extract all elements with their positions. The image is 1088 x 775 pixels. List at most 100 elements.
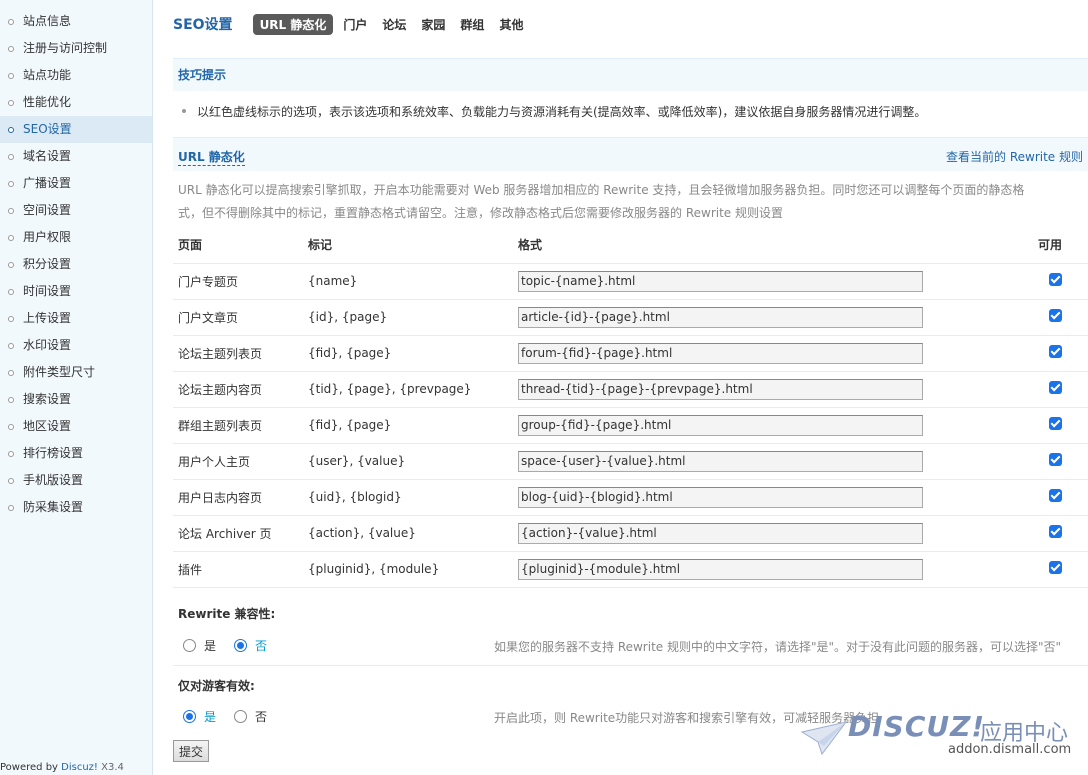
sidebar-item[interactable]: 手机版设置 bbox=[0, 467, 152, 494]
sidebar-item[interactable]: 搜索设置 bbox=[0, 386, 152, 413]
enabled-checkbox[interactable] bbox=[1049, 417, 1062, 430]
sidebar-item[interactable]: 广播设置 bbox=[0, 170, 152, 197]
paper-plane-icon bbox=[800, 721, 848, 756]
row-enabled-cell bbox=[1028, 335, 1088, 372]
row-tags: {uid}, {blogid} bbox=[303, 479, 513, 516]
format-input[interactable] bbox=[518, 342, 923, 364]
rewrite-compat-yes-radio[interactable] bbox=[183, 639, 196, 652]
guest-only-radios: 是 否 bbox=[183, 708, 285, 725]
row-page-name: 用户日志内容页 bbox=[173, 479, 303, 516]
tips-text: 以红色虚线标示的选项，表示该选项和系统效率、负载能力与资源消耗有关(提高效率、或… bbox=[182, 103, 926, 120]
section-header: URL 静态化 查看当前的 Rewrite 规则 bbox=[173, 137, 1088, 171]
row-format-cell bbox=[513, 515, 1028, 552]
row-page-name: 论坛主题内容页 bbox=[173, 371, 303, 408]
rewrite-compat-no-radio[interactable] bbox=[234, 639, 248, 652]
table-row: 论坛 Archiver 页 {action}, {value} bbox=[173, 515, 1088, 552]
row-tags: {fid}, {page} bbox=[303, 407, 513, 444]
sidebar-item[interactable]: 域名设置 bbox=[0, 143, 152, 170]
header-tabs: SEO设置 URL 静态化 门户 论坛 家园 群组 其他 bbox=[173, 13, 538, 35]
enabled-checkbox[interactable] bbox=[1049, 309, 1062, 322]
row-page-name: 群组主题列表页 bbox=[173, 407, 303, 444]
tab-url-rewrite[interactable]: URL 静态化 bbox=[252, 13, 334, 35]
sidebar: 站点信息 注册与访问控制 站点功能 性能优化 SEO设置 域名设置 广播设置 空间设置 用户权限… bbox=[0, 0, 153, 775]
tab-other[interactable]: 其他 bbox=[499, 16, 523, 33]
powered-brand-link[interactable]: Discuz! bbox=[61, 762, 98, 773]
sidebar-item[interactable]: 性能优化 bbox=[0, 89, 152, 116]
format-input[interactable] bbox=[518, 450, 923, 472]
col-header-page: 页面 bbox=[173, 227, 303, 264]
sidebar-item[interactable]: 注册与访问控制 bbox=[0, 35, 152, 62]
col-header-format: 格式 bbox=[513, 227, 1028, 264]
sidebar-item[interactable]: 水印设置 bbox=[0, 332, 152, 359]
rewrite-compat-radios: 是 否 bbox=[183, 637, 285, 654]
row-page-name: 论坛主题列表页 bbox=[173, 335, 303, 372]
format-input[interactable] bbox=[518, 486, 923, 508]
format-input[interactable] bbox=[518, 414, 923, 436]
row-tags: {fid}, {page} bbox=[303, 335, 513, 372]
enabled-checkbox[interactable] bbox=[1049, 525, 1062, 538]
sidebar-menu: 站点信息 注册与访问控制 站点功能 性能优化 SEO设置 域名设置 广播设置 空间设置 用户权限… bbox=[0, 0, 152, 521]
table-row: 用户日志内容页 {uid}, {blogid} bbox=[173, 479, 1088, 516]
row-tags: {action}, {value} bbox=[303, 515, 513, 552]
sidebar-item[interactable]: 时间设置 bbox=[0, 278, 152, 305]
row-page-name: 门户文章页 bbox=[173, 299, 303, 336]
view-rewrite-rules-link[interactable]: 查看当前的 Rewrite 规则 bbox=[946, 148, 1083, 165]
row-format-cell bbox=[513, 299, 1028, 336]
table-row: 论坛主题内容页 {tid}, {page}, {prevpage} bbox=[173, 371, 1088, 408]
row-enabled-cell bbox=[1028, 407, 1088, 444]
row-tags: {name} bbox=[303, 263, 513, 300]
row-tags: {user}, {value} bbox=[303, 443, 513, 480]
format-input[interactable] bbox=[518, 306, 923, 328]
tab-portal[interactable]: 门户 bbox=[343, 16, 367, 33]
table-row: 群组主题列表页 {fid}, {page} bbox=[173, 407, 1088, 444]
sidebar-item[interactable]: 附件类型尺寸 bbox=[0, 359, 152, 386]
section-description: URL 静态化可以提高搜索引擎抓取，开启本功能需要对 Web 服务器增加相应的 … bbox=[178, 183, 1025, 220]
table-header-row: 页面 标记 格式 可用 bbox=[173, 227, 1088, 264]
guest-only-yes-radio[interactable] bbox=[183, 710, 196, 723]
enabled-checkbox[interactable] bbox=[1049, 453, 1062, 466]
sidebar-item[interactable]: 上传设置 bbox=[0, 305, 152, 332]
rewrite-compat-tip: 如果您的服务器不支持 Rewrite 规则中的中文字符，请选择"是"。对于没有此… bbox=[494, 640, 1062, 654]
row-enabled-cell bbox=[1028, 479, 1088, 516]
sidebar-item[interactable]: 空间设置 bbox=[0, 197, 152, 224]
rewrite-compat-yes-label[interactable]: 是 bbox=[204, 637, 216, 654]
sidebar-item[interactable]: 站点功能 bbox=[0, 62, 152, 89]
row-tags: {pluginid}, {module} bbox=[303, 551, 513, 588]
guest-only-no-label[interactable]: 否 bbox=[255, 708, 267, 725]
tab-home[interactable]: 家园 bbox=[421, 16, 445, 33]
sidebar-item[interactable]: 排行榜设置 bbox=[0, 440, 152, 467]
tab-group[interactable]: 群组 bbox=[460, 16, 484, 33]
guest-only-no-radio[interactable] bbox=[234, 710, 248, 723]
page-title: SEO设置 bbox=[173, 17, 233, 33]
row-format-cell bbox=[513, 443, 1028, 480]
format-input[interactable] bbox=[518, 378, 923, 400]
row-format-cell bbox=[513, 263, 1028, 300]
row-page-name: 论坛 Archiver 页 bbox=[173, 515, 303, 552]
sidebar-item[interactable]: 地区设置 bbox=[0, 413, 152, 440]
format-input[interactable] bbox=[518, 558, 923, 580]
watermark-url: addon.dismall.com bbox=[948, 742, 1072, 757]
format-input[interactable] bbox=[518, 270, 923, 292]
powered-by: Powered by Discuz! X3.4 bbox=[0, 762, 124, 773]
row-enabled-cell bbox=[1028, 515, 1088, 552]
row-enabled-cell bbox=[1028, 443, 1088, 480]
enabled-checkbox[interactable] bbox=[1049, 345, 1062, 358]
submit-button[interactable]: 提交 bbox=[173, 740, 210, 762]
sidebar-item[interactable]: 积分设置 bbox=[0, 251, 152, 278]
guest-only-yes-label[interactable]: 是 bbox=[204, 708, 216, 725]
rewrite-compat-no-label[interactable]: 否 bbox=[255, 637, 267, 654]
row-enabled-cell bbox=[1028, 263, 1088, 300]
enabled-checkbox[interactable] bbox=[1049, 381, 1062, 394]
table-row: 论坛主题列表页 {fid}, {page} bbox=[173, 335, 1088, 372]
enabled-checkbox[interactable] bbox=[1049, 561, 1062, 574]
sidebar-item[interactable]: 用户权限 bbox=[0, 224, 152, 251]
row-enabled-cell bbox=[1028, 299, 1088, 336]
sidebar-item[interactable]: 防采集设置 bbox=[0, 494, 152, 521]
watermark-logo: DISCUZ! bbox=[848, 710, 986, 743]
enabled-checkbox[interactable] bbox=[1049, 489, 1062, 502]
tab-forum[interactable]: 论坛 bbox=[382, 16, 406, 33]
enabled-checkbox[interactable] bbox=[1049, 273, 1062, 286]
sidebar-item[interactable]: 站点信息 bbox=[0, 8, 152, 35]
format-input[interactable] bbox=[518, 522, 923, 544]
sidebar-item[interactable]: SEO设置 bbox=[0, 116, 152, 143]
